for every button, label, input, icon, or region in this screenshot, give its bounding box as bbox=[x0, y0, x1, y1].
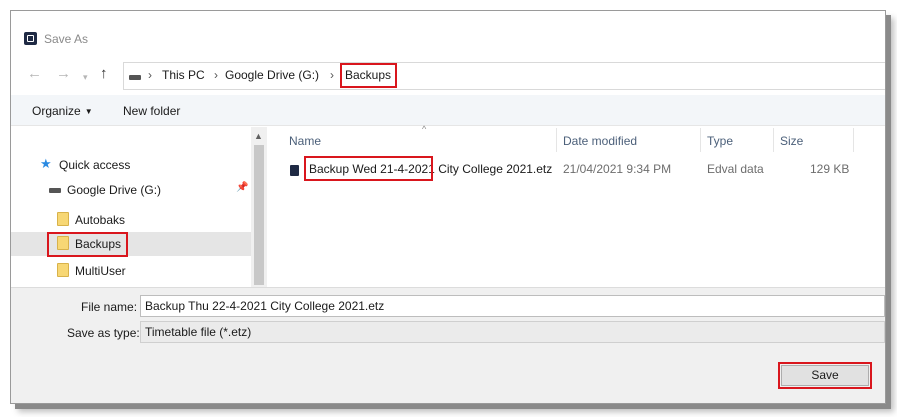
folder-icon bbox=[57, 263, 69, 277]
breadcrumb-separator-icon: › bbox=[148, 68, 152, 82]
sidebar-item-google-drive[interactable]: Google Drive (G:) 📌 bbox=[11, 178, 251, 202]
folder-icon bbox=[57, 212, 69, 226]
sidebar-item-quick-access[interactable]: ★ Quick access bbox=[11, 153, 251, 177]
organize-button[interactable]: Organize ▼ bbox=[32, 104, 93, 118]
title-bar: Save As bbox=[11, 11, 885, 46]
new-folder-button[interactable]: New folder bbox=[123, 104, 180, 118]
sidebar-item-label: Quick access bbox=[59, 158, 131, 172]
pin-icon[interactable]: 📌 bbox=[236, 182, 248, 193]
chevron-down-icon: ▼ bbox=[84, 107, 93, 116]
highlight-box bbox=[47, 232, 128, 257]
highlight-box bbox=[304, 156, 433, 181]
column-header-size[interactable]: Size bbox=[780, 134, 803, 148]
sidebar-item-label: MultiUser bbox=[75, 264, 126, 278]
sidebar-item-multiuser[interactable]: MultiUser bbox=[11, 259, 251, 283]
breadcrumb-separator-icon: › bbox=[214, 68, 218, 82]
column-divider[interactable] bbox=[853, 128, 854, 152]
navigation-scrollbar[interactable]: ▲ bbox=[251, 127, 267, 287]
sidebar-item-label: Google Drive (G:) bbox=[67, 183, 162, 197]
app-icon bbox=[24, 32, 37, 45]
column-header-name[interactable]: Name bbox=[289, 134, 321, 148]
highlight-box bbox=[778, 362, 872, 389]
column-divider[interactable] bbox=[700, 128, 701, 152]
save-as-dialog: Save As ← → ▾ ↑ › This PC › Google Drive… bbox=[10, 10, 886, 404]
etz-file-icon bbox=[290, 165, 299, 176]
save-as-type-dropdown[interactable]: Timetable file (*.etz) bbox=[140, 321, 885, 343]
breadcrumb-separator-icon: › bbox=[330, 68, 334, 82]
navigation-bar: ← → ▾ ↑ › This PC › Google Drive (G:) › … bbox=[11, 61, 885, 91]
save-as-type-value: Timetable file (*.etz) bbox=[145, 325, 252, 339]
breadcrumb-this-pc[interactable]: This PC bbox=[162, 68, 205, 82]
command-toolbar: Organize ▼ New folder bbox=[11, 95, 885, 126]
file-name-label: File name: bbox=[81, 300, 138, 314]
star-icon: ★ bbox=[40, 156, 52, 171]
file-name-input[interactable] bbox=[145, 299, 845, 313]
column-header-type[interactable]: Type bbox=[707, 134, 733, 148]
sidebar-item-label: Autobaks bbox=[75, 213, 126, 227]
highlight-box bbox=[340, 63, 397, 88]
address-bar[interactable]: › This PC › Google Drive (G:) › Backups bbox=[123, 62, 885, 90]
drive-icon bbox=[129, 75, 141, 80]
recent-locations-chevron-icon[interactable]: ▾ bbox=[83, 69, 88, 85]
breadcrumb-google-drive[interactable]: Google Drive (G:) bbox=[225, 68, 319, 82]
forward-arrow-icon[interactable]: → bbox=[56, 66, 71, 82]
save-as-type-label: Save as type: bbox=[67, 326, 140, 340]
navigation-pane: ★ Quick access Google Drive (G:) 📌 Autob… bbox=[11, 127, 267, 287]
column-header-date-modified[interactable]: Date modified bbox=[563, 134, 637, 148]
sort-ascending-icon: ^ bbox=[422, 124, 427, 134]
column-divider[interactable] bbox=[773, 128, 774, 152]
scroll-up-icon[interactable]: ▲ bbox=[254, 131, 263, 141]
file-list-pane bbox=[267, 127, 885, 287]
size-cell: 129 KB bbox=[810, 162, 850, 176]
back-arrow-icon[interactable]: ← bbox=[27, 66, 42, 82]
sidebar-item-autobaks[interactable]: Autobaks bbox=[11, 208, 251, 232]
file-name-rest: City College 2021.etz bbox=[434, 162, 553, 176]
drive-icon bbox=[49, 188, 61, 193]
up-arrow-icon[interactable]: ↑ bbox=[100, 66, 108, 82]
type-cell: Edval data bbox=[707, 162, 764, 176]
organize-label: Organize bbox=[32, 104, 81, 118]
column-divider[interactable] bbox=[556, 128, 557, 152]
date-modified-cell: 21/04/2021 9:34 PM bbox=[563, 162, 672, 176]
scrollbar-thumb[interactable] bbox=[254, 145, 264, 285]
window-title: Save As bbox=[44, 32, 89, 46]
sidebar-item-backups[interactable]: Backups bbox=[11, 232, 251, 257]
file-name-field[interactable] bbox=[140, 295, 885, 317]
